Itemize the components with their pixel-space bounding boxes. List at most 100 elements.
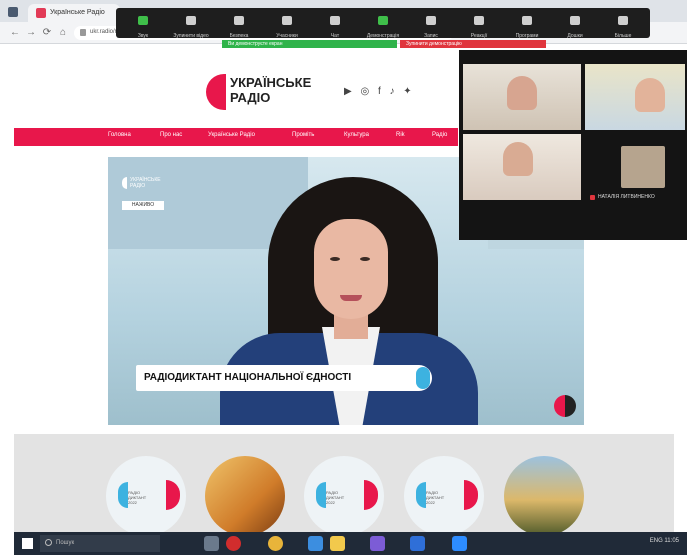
related-card[interactable] (205, 456, 285, 536)
taskbar: Пошук ENG 11:05 (14, 532, 687, 555)
shield-icon (234, 16, 244, 25)
participant-name: НАТАЛІЯ ЛИТВИНЕНКО (598, 194, 655, 200)
search-icon (45, 539, 52, 546)
microphone-icon (138, 16, 148, 25)
participant-avatar[interactable] (621, 146, 665, 188)
browser-tab[interactable]: Українське Радіо (28, 4, 120, 22)
related-card[interactable]: РАДІО ДИКТАНТ 2022 (304, 456, 384, 536)
window-icon (8, 7, 18, 17)
windows-start-icon[interactable] (22, 538, 33, 549)
channel-logo-icon (554, 395, 576, 417)
live-badge: НАЖИВО (122, 201, 164, 210)
pencil-icon (474, 16, 484, 25)
chrome-icon[interactable] (268, 536, 283, 551)
card-logo-icon (118, 482, 128, 508)
share-icon (378, 16, 388, 25)
share-screen-button[interactable]: Демонстрація (358, 12, 408, 39)
card-logo-icon (316, 482, 326, 508)
search-placeholder: Пошук (56, 540, 75, 546)
stop-share-button[interactable]: Зупинити демонстрацію (400, 40, 546, 48)
tool-label: Дошки (567, 33, 583, 39)
related-card[interactable]: РАДІО ДИКТАНТ 2022 (106, 456, 186, 536)
more-button[interactable]: Більше (598, 12, 648, 39)
video-button[interactable]: Зупинити відео (166, 12, 216, 39)
related-card[interactable] (504, 456, 584, 536)
taskbar-search[interactable]: Пошук (40, 535, 160, 552)
participant-video[interactable] (585, 64, 685, 130)
chat-icon (330, 16, 340, 25)
record-icon (426, 16, 436, 25)
mouth (340, 295, 362, 301)
nav-item[interactable]: Rik (396, 132, 405, 138)
participants-button[interactable]: Учасники (262, 12, 312, 39)
logo-mark-icon (206, 74, 226, 110)
edge-icon[interactable] (308, 536, 323, 551)
related-card[interactable]: РАДІО ДИКТАНТ 2022 (404, 456, 484, 536)
zoom-toolbar: Звук Зупинити відео Безпека Учасники Чат… (116, 8, 650, 39)
chat-button[interactable]: Чат (310, 12, 360, 39)
card-label: РАДІО ДИКТАНТ 2022 (128, 490, 147, 505)
lock-icon (80, 29, 86, 36)
participant-person (507, 76, 537, 110)
forward-icon[interactable]: → (24, 26, 38, 40)
system-tray[interactable]: ENG 11:05 (650, 538, 679, 544)
tool-label: Чат (330, 33, 340, 39)
nav-item[interactable]: Проміть (292, 132, 314, 138)
eye (360, 257, 370, 261)
camera-icon (186, 16, 196, 25)
home-icon[interactable]: ⌂ (56, 26, 70, 40)
participant-video[interactable] (463, 134, 581, 200)
nav-item[interactable]: Українське Радіо (208, 132, 255, 138)
apps-button[interactable]: Програми (502, 12, 552, 39)
nav-item[interactable]: Головна (108, 132, 131, 138)
presenter-face (314, 219, 388, 319)
record-button[interactable]: Запис (406, 12, 456, 39)
nav-item[interactable]: Культура (344, 132, 369, 138)
sharing-notice: Ви демонструєте екран (222, 40, 397, 48)
card-logo-icon (416, 482, 426, 508)
participant-person (503, 142, 533, 176)
tool-label: Демонстрація (366, 33, 400, 39)
nav-item[interactable]: Про нас (160, 132, 182, 138)
tool-label: Звук (137, 33, 149, 39)
whiteboard-button[interactable]: Дошки (550, 12, 600, 39)
reactions-button[interactable]: Реакції (454, 12, 504, 39)
tool-label: Учасники (276, 33, 298, 39)
muted-icon (590, 195, 595, 200)
tool-label: Безпека (229, 33, 249, 39)
tool-label: Програми (515, 33, 539, 39)
caption-text: РАДІОДИКТАНТ НАЦІОНАЛЬНОЇ ЄДНОСТІ (144, 372, 352, 383)
video-logo: УКРАЇНСЬКЕ РАДІО (122, 177, 161, 189)
screen: { "browser": { "tab_title": "Українське … (0, 0, 687, 555)
participant-person (635, 78, 665, 112)
viber-icon[interactable] (370, 536, 385, 551)
tool-label: Зупинити відео (173, 33, 209, 39)
video-caption: РАДІОДИКТАНТ НАЦІОНАЛЬНОЇ ЄДНОСТІ (136, 365, 432, 391)
participant-video[interactable] (463, 64, 581, 130)
opera-icon[interactable] (226, 536, 241, 551)
card-accent (464, 480, 478, 510)
back-icon[interactable]: ← (8, 26, 22, 40)
tool-label: Запис (424, 33, 438, 39)
card-label: РАДІО ДИКТАНТ 2022 (426, 490, 445, 505)
audio-button[interactable]: Звук (118, 12, 168, 39)
card-label: РАДІО ДИКТАНТ 2022 (326, 490, 345, 505)
security-button[interactable]: Безпека (214, 12, 264, 39)
tab-title: Українське Радіо (50, 9, 105, 16)
tool-label: Реакції (470, 33, 488, 39)
card-accent (166, 480, 180, 510)
telegram-icon[interactable] (410, 536, 425, 551)
card-accent (364, 480, 378, 510)
nav-item[interactable]: Радіо (432, 132, 447, 138)
social-icons[interactable]: ▶ ◎ f ♪ ✦ (344, 86, 415, 97)
folder-icon[interactable] (330, 536, 345, 551)
apps-icon (522, 16, 532, 25)
caption-accent (416, 367, 430, 389)
people-icon (282, 16, 292, 25)
zoom-icon[interactable] (452, 536, 467, 551)
reload-icon[interactable]: ⟳ (40, 26, 54, 40)
site-nav: Головна Про нас Українське Радіо Проміть… (14, 128, 458, 146)
taskview-icon[interactable] (204, 536, 219, 551)
favicon-icon (36, 8, 46, 18)
logo-text: УКРАЇНСЬКЕ РАДІО (230, 75, 312, 105)
